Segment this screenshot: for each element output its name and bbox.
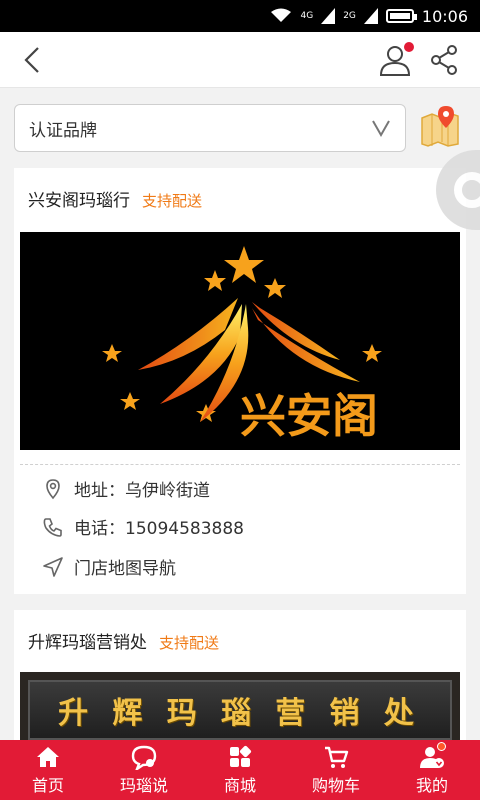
nav-label: 我的 — [415, 776, 448, 795]
network-label-2: 2G — [343, 11, 356, 21]
user-button[interactable] — [378, 42, 414, 78]
location-pin-icon — [46, 478, 60, 499]
store-card[interactable]: 升辉玛瑙营销处 支持配送 升 辉 玛 瑙 营 销 处 — [14, 610, 466, 740]
sign-char: 处 — [383, 696, 422, 731]
card-divider — [20, 464, 460, 465]
brand-filter-dropdown[interactable]: 认证品牌 — [14, 104, 406, 152]
chat-icon — [131, 745, 157, 770]
nav-label: 玛瑙说 — [119, 776, 168, 795]
nav-cart[interactable]: 购物车 — [288, 740, 384, 800]
map-navigation-row[interactable]: 门店地图导航 — [42, 554, 176, 579]
phone-row[interactable]: 电话：15094583888 — [42, 514, 244, 539]
store-photo[interactable]: 升 辉 玛 瑙 营 销 处 — [20, 672, 460, 740]
map-pin-icon[interactable] — [418, 104, 462, 148]
store-logo[interactable]: 兴安阁 — [20, 232, 460, 450]
nav-label: 首页 — [31, 776, 64, 795]
phone-text: 电话：15094583888 — [74, 519, 244, 539]
signal-icon — [363, 8, 378, 24]
logo-text: 兴安阁 — [240, 389, 378, 443]
navigation-arrow-icon — [43, 556, 63, 577]
top-app-bar — [0, 32, 480, 88]
nav-label: 商城 — [223, 776, 256, 795]
nav-home[interactable]: 首页 — [0, 740, 96, 800]
sign-char: 销 — [329, 696, 368, 731]
address-row: 地址：乌伊岭街道 — [42, 476, 210, 501]
storefront-sign: 升 辉 玛 瑙 营 销 处 — [28, 680, 452, 740]
ring-icon — [454, 172, 480, 208]
sign-char: 营 — [275, 696, 314, 731]
store-title: 升辉玛瑙营销处 支持配送 — [28, 628, 219, 653]
share-icon[interactable] — [430, 44, 460, 76]
clock: 10:06 — [421, 6, 468, 26]
nav-agate-talk[interactable]: 玛瑙说 — [96, 740, 192, 800]
phone-icon — [43, 517, 62, 537]
bottom-navigation: 首页 玛瑙说 商城 购物车 我的 — [0, 740, 480, 800]
wifi-icon — [271, 8, 292, 22]
signal-icon — [321, 8, 336, 24]
network-label-1: 4G — [300, 11, 314, 21]
notification-dot — [437, 742, 446, 751]
store-name: 升辉玛瑙营销处 — [28, 633, 147, 653]
sign-char: 升 — [58, 696, 97, 731]
cart-icon — [325, 746, 349, 768]
notification-dot — [404, 42, 414, 52]
status-bar: 4G 2G 10:06 — [0, 0, 480, 32]
xinganju-logo: 兴安阁 — [102, 246, 382, 443]
address-text: 地址：乌伊岭街道 — [74, 481, 210, 501]
nav-mine[interactable]: 我的 — [384, 740, 480, 800]
store-title: 兴安阁玛瑙行 支持配送 — [28, 186, 202, 211]
sign-char: 玛 — [166, 696, 205, 731]
chevron-down-icon — [372, 120, 390, 138]
delivery-badge: 支持配送 — [159, 634, 220, 652]
grid-icon — [230, 745, 252, 767]
nav-mall[interactable]: 商城 — [192, 740, 288, 800]
home-icon — [37, 747, 59, 767]
store-card[interactable]: 兴安阁玛瑙行 支持配送 兴安阁 地址：乌伊岭街道 电话：15094583888 … — [14, 168, 466, 594]
navigation-text: 门店地图导航 — [74, 559, 176, 579]
sign-char: 瑙 — [220, 696, 259, 731]
delivery-badge: 支持配送 — [142, 192, 203, 210]
filter-label: 认证品牌 — [29, 120, 97, 141]
sign-char: 辉 — [112, 696, 151, 731]
battery-icon — [385, 9, 417, 23]
store-name: 兴安阁玛瑙行 — [28, 191, 130, 211]
nav-label: 购物车 — [311, 776, 360, 795]
back-arrow-icon[interactable] — [18, 44, 48, 76]
